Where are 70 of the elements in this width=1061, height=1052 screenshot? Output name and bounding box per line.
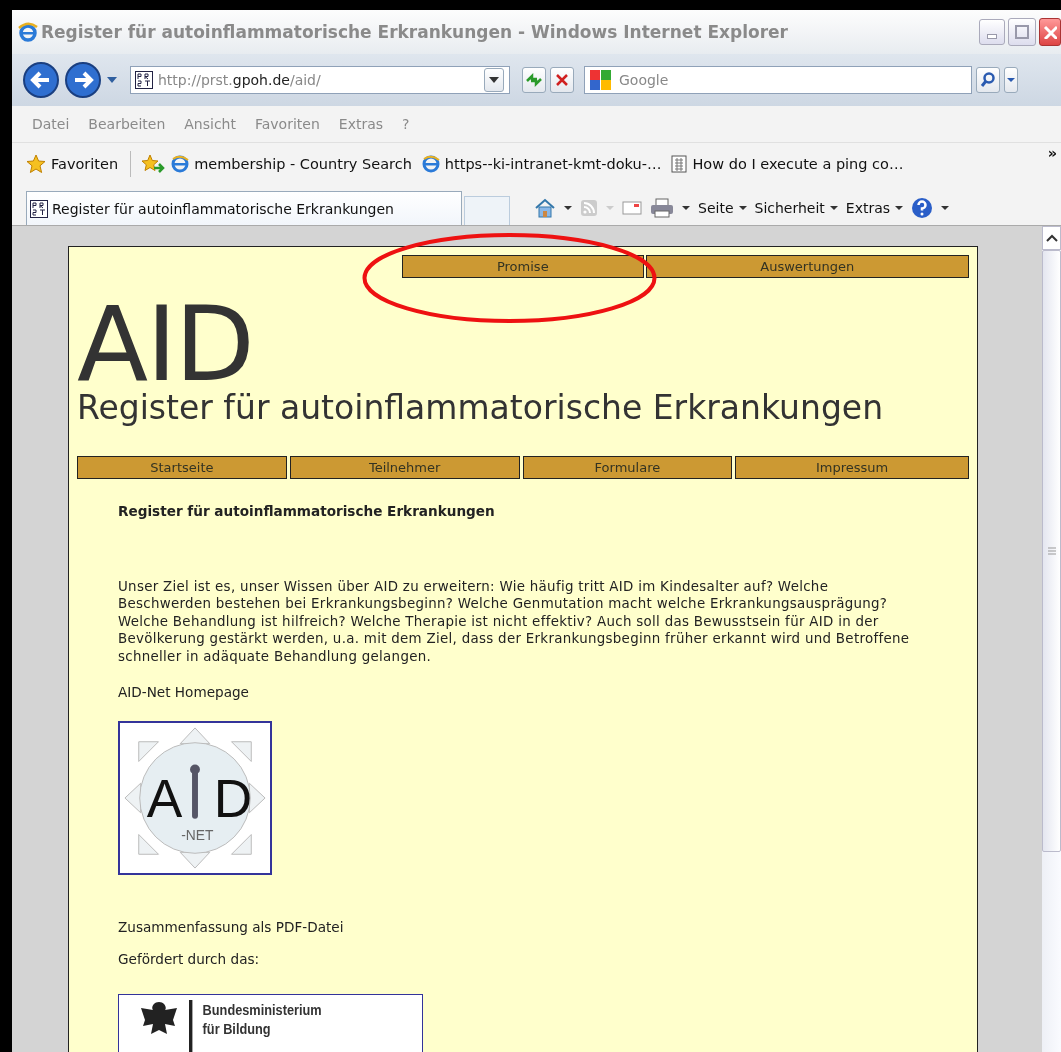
site-favicon-icon bbox=[135, 71, 153, 89]
browser-page-icon bbox=[171, 155, 190, 173]
document-icon bbox=[671, 155, 688, 173]
more-favorites-button[interactable]: » bbox=[1047, 145, 1057, 161]
star-icon bbox=[26, 154, 46, 174]
browser-page-icon bbox=[421, 155, 440, 173]
help-icon[interactable] bbox=[911, 197, 934, 219]
nav-link[interactable]: Impressum bbox=[735, 456, 969, 479]
stop-icon bbox=[555, 73, 569, 87]
mail-icon[interactable] bbox=[622, 200, 642, 216]
close-button[interactable] bbox=[1039, 18, 1061, 46]
caret-icon bbox=[738, 205, 747, 211]
caret-icon bbox=[1007, 77, 1015, 83]
homepage-link[interactable]: AID-Net Homepage bbox=[118, 683, 249, 702]
nav-link[interactable]: Teilnehmer bbox=[289, 456, 520, 479]
toolbar-menu-button[interactable]: Sicherheit bbox=[754, 200, 838, 216]
add-favorite-icon[interactable] bbox=[141, 154, 166, 174]
scroll-grip-icon bbox=[1046, 547, 1057, 555]
url-text: http://prst.gpoh.de/aid/ bbox=[158, 72, 321, 88]
refresh-icon bbox=[525, 73, 543, 87]
nav-link[interactable]: Auswertungen bbox=[645, 255, 969, 278]
window-title: Register für autoinflammatorische Erkrankungen - Windows Internet Explorer bbox=[41, 22, 789, 42]
intro-paragraph: Unser Ziel ist es, unser Wissen über AID zu erweitern: Wie häufig tritt AID im Kindesalter auf? Welche Beschwerden bestehen bei Erkrankungsbeginn? Welche Genmutation macht welche Erkrankungsausprägung? Welche Behandlung ist hilfreich? Welche Therapie ist nicht effektiv? Auch soll das Bewusstsein für AID in der Bevölkerung gestärkt werden, u.a. mit dem Ziel, dass der Erkrankungsbeginn früher erkannt wird und Betroffene schneller in adäquate Behandlung gelangen. bbox=[118, 577, 911, 666]
caret-icon[interactable] bbox=[682, 205, 690, 211]
nav-link[interactable]: Formulare bbox=[522, 456, 733, 479]
address-dropdown-button[interactable] bbox=[484, 68, 504, 92]
browser-logo-icon bbox=[18, 22, 38, 42]
site-subtitle: Register für autoinflammatorische Erkrankungen bbox=[77, 388, 885, 428]
site-favicon-icon bbox=[30, 199, 48, 218]
favorite-link[interactable]: https--ki-intranet-kmt-doku-… bbox=[421, 155, 662, 173]
minimize-button[interactable] bbox=[979, 19, 1005, 45]
search-options-button[interactable] bbox=[1004, 67, 1018, 93]
search-icon bbox=[980, 72, 996, 88]
toolbar-menu-button[interactable]: Seite bbox=[698, 200, 747, 216]
address-field[interactable]: http://prst.gpoh.de/aid/ bbox=[130, 66, 510, 94]
page-heading: Register für autoinflammatorische Erkrankungen bbox=[118, 503, 496, 521]
caret-icon bbox=[895, 205, 904, 211]
refresh-button[interactable] bbox=[522, 67, 546, 93]
aidnet-logo[interactable]: A D -NET bbox=[118, 721, 272, 876]
caret-icon bbox=[489, 76, 499, 84]
caret-icon bbox=[829, 205, 838, 211]
ministry-name: Bundesministerium bbox=[202, 1000, 322, 1020]
site-logo: AID bbox=[77, 298, 253, 390]
browser-tab[interactable]: Register für autoinflammatorische Erkrankungen bbox=[26, 191, 462, 225]
close-icon bbox=[1043, 25, 1057, 39]
favorite-link[interactable]: membership - Country Search bbox=[171, 155, 412, 173]
home-icon[interactable] bbox=[534, 198, 556, 218]
search-button[interactable] bbox=[976, 67, 1000, 93]
favorites-button[interactable]: Favoriten bbox=[26, 154, 119, 174]
favorite-link[interactable]: How do I execute a ping co… bbox=[671, 155, 904, 173]
back-button[interactable] bbox=[22, 61, 60, 99]
caret-icon[interactable] bbox=[564, 205, 572, 211]
maximize-button[interactable] bbox=[1008, 18, 1036, 46]
caret-icon[interactable] bbox=[941, 205, 950, 211]
pdf-link[interactable]: Zusammenfassung als PDF-Datei bbox=[118, 919, 344, 937]
nav-link[interactable]: Startseite bbox=[77, 456, 287, 479]
minimize-icon bbox=[987, 34, 997, 39]
stop-button[interactable] bbox=[550, 67, 574, 93]
funding-label: Gefördert durch das: bbox=[118, 950, 260, 969]
ministry-name: für Bildung bbox=[202, 1019, 272, 1039]
printer-icon[interactable] bbox=[650, 198, 674, 218]
vertical-scrollbar[interactable] bbox=[1042, 226, 1061, 1052]
search-engine-logo-icon bbox=[589, 69, 613, 91]
toolbar-menu-button[interactable]: Extras bbox=[845, 200, 904, 216]
maximize-icon bbox=[1015, 25, 1029, 39]
dropdown-icon[interactable] bbox=[106, 75, 118, 85]
nav-link[interactable]: Promise bbox=[402, 255, 644, 278]
forward-button[interactable] bbox=[64, 61, 102, 99]
ministry-logo[interactable]: Bundesministerium für Bildung bbox=[118, 994, 423, 1052]
search-field[interactable]: Google bbox=[584, 66, 972, 94]
